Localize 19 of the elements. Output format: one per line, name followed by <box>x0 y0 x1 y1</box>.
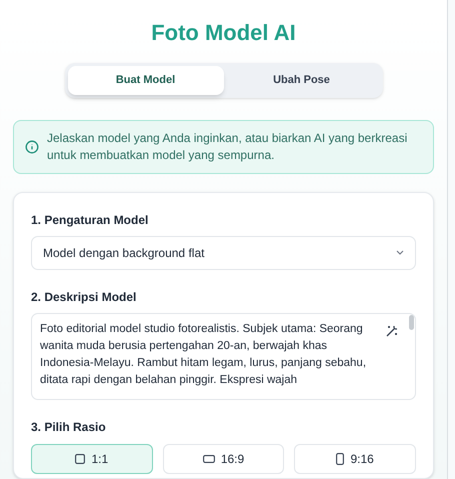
ratio-option[interactable]: 9:16 <box>294 444 416 474</box>
info-text: Jelaskan model yang Anda inginkan, atau biarkan AI yang berkreasi untuk membuatkan model yang sempurna. <box>47 130 408 164</box>
magic-wand-icon[interactable] <box>385 324 399 338</box>
text-area[interactable]: Foto editorial model studio fotorealistis. Subjek utama: Seorang wanita muda berusia pertengahan 20-an, berwajah khas Indonesia-Melayu. Rambut hitam legam, lurus, panjang sebahu, ditata rapi dengan belahan pinggir. Ekspresi wajah <box>31 312 416 400</box>
ratio-option[interactable]: 1:1 <box>31 444 153 474</box>
scrollbar[interactable] <box>409 314 414 330</box>
chevron-icon <box>396 250 404 256</box>
section-label: 2. Deskripsi Model <box>31 288 138 306</box>
info-icon <box>25 140 39 154</box>
section-label: 1. Pengaturan Model <box>31 212 150 229</box>
section-label: 3. Pilih Rasio <box>31 418 107 436</box>
rectangle-icon <box>336 452 344 465</box>
square-icon <box>75 454 86 464</box>
ratio-option[interactable]: 16:9 <box>162 444 284 474</box>
tab[interactable]: Buat Model <box>68 66 224 95</box>
select-field[interactable]: Model dengan background flat <box>31 236 416 270</box>
tab[interactable]: Ubah Pose <box>224 66 380 95</box>
rectangle-icon <box>202 454 215 463</box>
page-title: Foto Model AI <box>151 19 296 47</box>
